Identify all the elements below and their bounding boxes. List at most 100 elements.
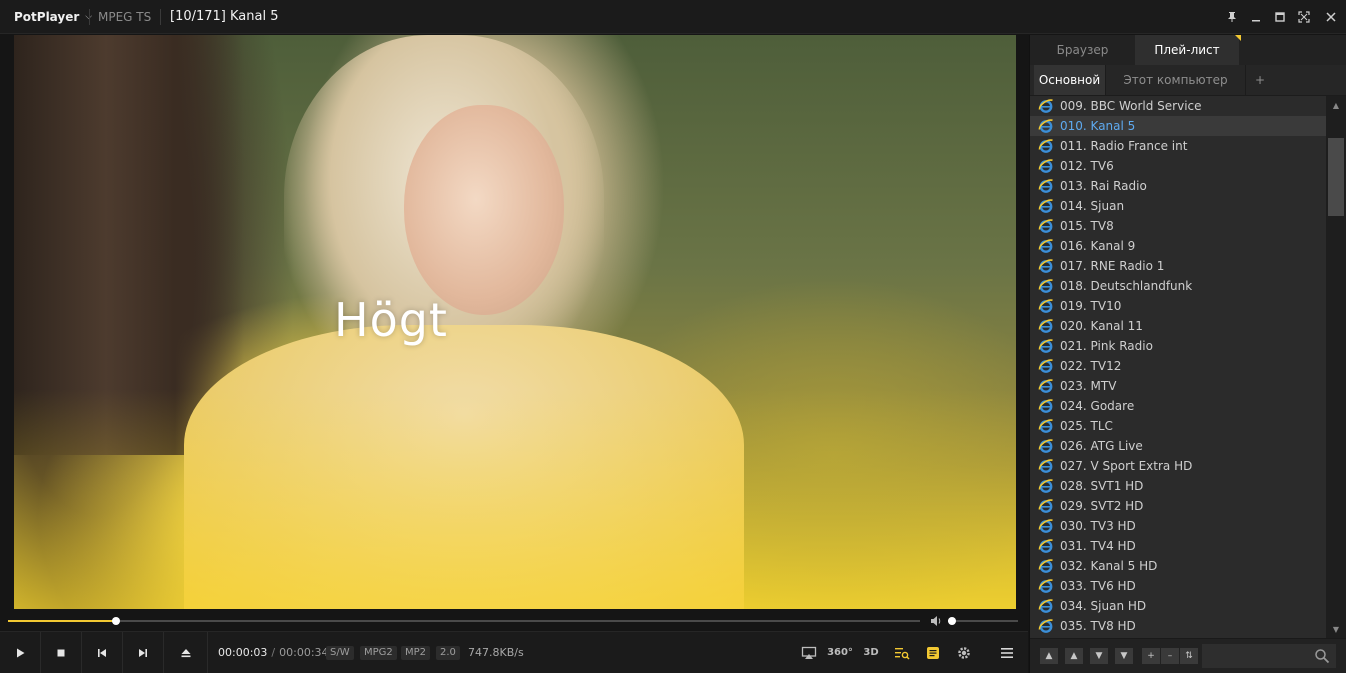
hamburger-menu-icon [1001, 647, 1013, 658]
divider [160, 9, 161, 25]
playlist-item-label: 017. RNE Radio 1 [1060, 259, 1165, 273]
settings-button[interactable] [950, 632, 978, 673]
time-display: 00:00:03/00:00:34 [218, 632, 329, 673]
add-item-button[interactable]: + [1142, 648, 1160, 664]
playlist-item[interactable]: 030. TV3 HD [1030, 516, 1326, 536]
playlist-item-label: 023. MTV [1060, 379, 1117, 393]
playlist-item[interactable]: 017. RNE Radio 1 [1030, 256, 1326, 276]
playlist-item-label: 029. SVT2 HD [1060, 499, 1144, 513]
360-icon: 360° [827, 647, 853, 658]
internet-explorer-icon [1038, 419, 1053, 433]
playlist-panel: Браузер Плей-лист Основной Этот компьюте… [1029, 35, 1346, 673]
tab-browser[interactable]: Браузер [1030, 35, 1135, 65]
playlist-item[interactable]: 013. Rai Radio [1030, 176, 1326, 196]
playlist-item[interactable]: 019. TV10 [1030, 296, 1326, 316]
playlist-item[interactable]: 033. TV6 HD [1030, 576, 1326, 596]
eject-button[interactable] [164, 632, 208, 673]
scroll-thumb[interactable] [1328, 138, 1344, 216]
scroll-up-icon[interactable]: ▲ [1326, 96, 1346, 114]
fullscreen-button[interactable] [1292, 0, 1316, 34]
volume-icon[interactable] [929, 614, 943, 628]
vr-360-button[interactable]: 360° [826, 632, 854, 673]
minimize-icon [1252, 20, 1260, 22]
playlist-item[interactable]: 032. Kanal 5 HD [1030, 556, 1326, 576]
main-menu-button[interactable] [993, 632, 1021, 673]
maximize-icon [1275, 12, 1285, 22]
playlist-item[interactable]: 014. Sjuan [1030, 196, 1326, 216]
playlist-item-label: 014. Sjuan [1060, 199, 1125, 213]
playlist-item[interactable]: 035. TV8 HD [1030, 616, 1326, 636]
playlist-item[interactable]: 011. Radio France int [1030, 136, 1326, 156]
playlist-item[interactable]: 029. SVT2 HD [1030, 496, 1326, 516]
volume-handle[interactable] [948, 617, 957, 625]
playlist-scrollbar[interactable]: ▲ ▼ [1326, 96, 1346, 638]
playlist-item-label: 031. TV4 HD [1060, 539, 1136, 553]
subtab-this-computer[interactable]: Этот компьютер [1106, 65, 1246, 95]
playlist-item-label: 028. SVT1 HD [1060, 479, 1144, 493]
add-playlist-tab-button[interactable]: + [1246, 65, 1274, 95]
subtitles-button[interactable] [919, 632, 947, 673]
playlist-item[interactable]: 027. V Sport Extra HD [1030, 456, 1326, 476]
playlist-item-label: 013. Rai Radio [1060, 179, 1147, 193]
move-down-button[interactable]: ▼ [1090, 648, 1108, 664]
move-to-top-button[interactable]: ▲ [1040, 648, 1058, 664]
pin-button[interactable] [1220, 0, 1244, 34]
playlist-item[interactable]: 024. Godare [1030, 396, 1326, 416]
remove-item-button[interactable]: – [1161, 648, 1179, 664]
seek-bar[interactable] [8, 617, 920, 625]
skip-forward-icon [139, 648, 147, 657]
badge-audio-codec[interactable]: MP2 [401, 646, 431, 660]
playlist-item[interactable]: 034. Sjuan HD [1030, 596, 1326, 616]
playlist-item-label: 030. TV3 HD [1060, 519, 1136, 533]
move-up-button[interactable]: ▲ [1065, 648, 1083, 664]
move-to-bottom-button[interactable]: ▼ [1115, 648, 1133, 664]
next-button[interactable] [123, 632, 164, 673]
playlist-item[interactable]: 022. TV12 [1030, 356, 1326, 376]
scroll-down-icon[interactable]: ▼ [1326, 620, 1346, 638]
playlist-item[interactable]: 021. Pink Radio [1030, 336, 1326, 356]
internet-explorer-icon [1038, 539, 1053, 553]
app-menu-button[interactable]: PotPlayer ⌵ [0, 0, 92, 34]
video-area[interactable]: Högt [14, 35, 1016, 609]
playlist-item[interactable]: 023. MTV [1030, 376, 1326, 396]
internet-explorer-icon [1038, 339, 1053, 353]
cast-icon [801, 646, 817, 659]
sort-button[interactable]: ⇅ [1180, 648, 1198, 664]
maximize-button[interactable] [1268, 0, 1292, 34]
playlist-item[interactable]: 009. BBC World Service [1030, 96, 1326, 116]
cast-button[interactable] [795, 632, 823, 673]
playlist-item[interactable]: 025. TLC [1030, 416, 1326, 436]
badge-video-codec[interactable]: MPG2 [360, 646, 397, 660]
playlist-item[interactable]: 018. Deutschlandfunk [1030, 276, 1326, 296]
subtab-main[interactable]: Основной [1034, 65, 1106, 95]
playlist-item[interactable]: 020. Kanal 11 [1030, 316, 1326, 336]
playlist-search-button[interactable] [888, 632, 916, 673]
playlist-item[interactable]: 026. ATG Live [1030, 436, 1326, 456]
tab-playlist[interactable]: Плей-лист [1135, 35, 1241, 66]
playlist-item[interactable]: 016. Kanal 9 [1030, 236, 1326, 256]
playlist-item-label: 024. Godare [1060, 399, 1135, 413]
playlist-item[interactable]: 012. TV6 [1030, 156, 1326, 176]
sort-icon: ⇅ [1185, 651, 1193, 661]
playlist-list: 009. BBC World Service 010. Kanal 5 011. R… [1030, 96, 1326, 638]
close-button[interactable] [1316, 0, 1346, 34]
minimize-button[interactable] [1244, 0, 1268, 34]
playlist-item-label: 033. TV6 HD [1060, 579, 1136, 593]
stop-button[interactable] [41, 632, 82, 673]
3d-button[interactable]: 3D [857, 632, 885, 673]
play-button[interactable] [0, 632, 41, 673]
playlist-item[interactable]: 015. TV8 [1030, 216, 1326, 236]
volume-slider[interactable] [948, 617, 1018, 625]
playlist-item[interactable]: 010. Kanal 5 [1030, 116, 1326, 136]
playlist-item-label: 032. Kanal 5 HD [1060, 559, 1158, 573]
seek-handle[interactable] [111, 617, 120, 625]
previous-button[interactable] [82, 632, 123, 673]
playlist-item-label: 015. TV8 [1060, 219, 1114, 233]
internet-explorer-icon [1038, 239, 1053, 253]
badge-channels[interactable]: 2.0 [436, 646, 460, 660]
playlist-search-input[interactable] [1202, 644, 1336, 668]
playlist-item[interactable]: 028. SVT1 HD [1030, 476, 1326, 496]
badge-sw[interactable]: S/W [326, 646, 354, 660]
playlist-item[interactable]: 031. TV4 HD [1030, 536, 1326, 556]
internet-explorer-icon [1038, 379, 1053, 393]
